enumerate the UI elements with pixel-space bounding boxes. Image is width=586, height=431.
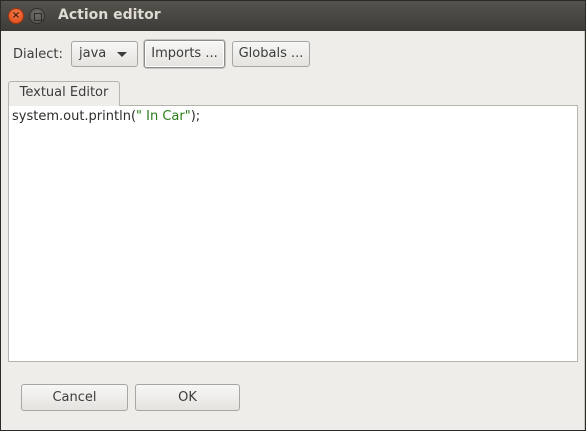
- code-text-suffix: );: [190, 109, 201, 124]
- dialect-select[interactable]: java: [71, 41, 138, 67]
- window-border: [584, 31, 585, 430]
- title-bar[interactable]: × Action editor: [1, 1, 585, 31]
- dialect-label: Dialect:: [13, 47, 63, 62]
- maximize-icon[interactable]: [29, 8, 45, 24]
- window-title: Action editor: [58, 7, 161, 23]
- chevron-down-icon: [117, 52, 127, 57]
- globals-button[interactable]: Globals ...: [232, 41, 310, 67]
- ok-button[interactable]: OK: [135, 384, 240, 411]
- action-editor-window: × Action editor Dialect: java Imports ..…: [0, 0, 586, 431]
- toolbar: Dialect: java Imports ... Globals ...: [1, 39, 585, 69]
- dialect-value: java: [79, 46, 107, 61]
- imports-button[interactable]: Imports ...: [144, 40, 225, 68]
- tab-textual-editor[interactable]: Textual Editor: [8, 81, 120, 106]
- code-text: system.out.println(: [12, 109, 137, 124]
- close-icon[interactable]: ×: [8, 8, 24, 24]
- cancel-button[interactable]: Cancel: [21, 384, 128, 411]
- code-string-literal: " In Car": [136, 109, 191, 124]
- code-editor[interactable]: system.out.println(" In Car");: [8, 105, 578, 362]
